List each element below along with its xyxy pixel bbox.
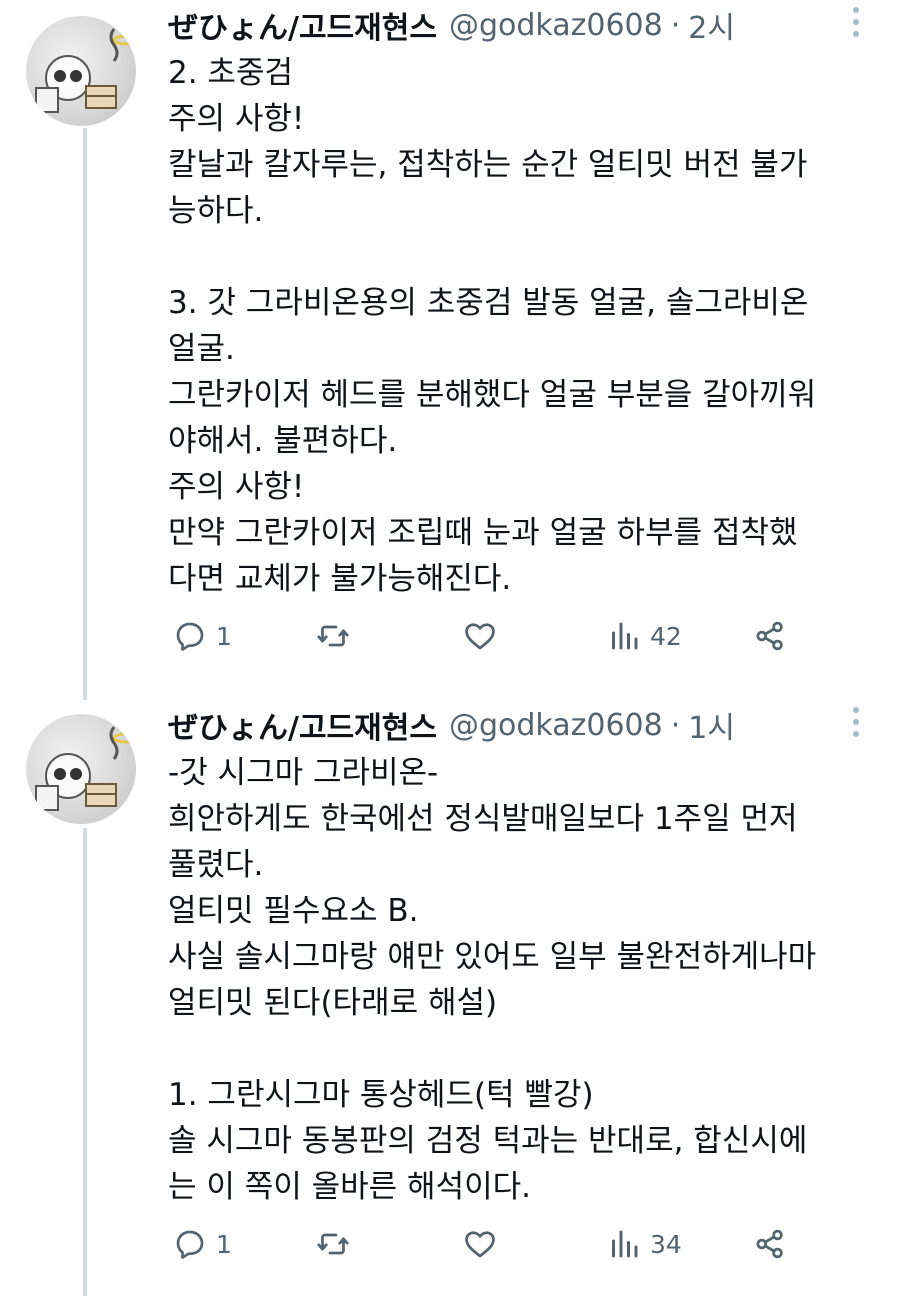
- user-handle[interactable]: @godkaz0608: [449, 8, 663, 43]
- text-line: 주의 사항!: [168, 101, 305, 137]
- tweet-actions: 1 42: [0, 612, 900, 660]
- views-button[interactable]: 34: [606, 1220, 682, 1268]
- tweet-text: 2. 초중검 주의 사항! 칼날과 칼자루는, 접착하는 순간 얼티밋 버전 불…: [168, 50, 888, 602]
- more-icon[interactable]: [845, 702, 867, 742]
- reply-icon: [176, 1230, 204, 1259]
- text-line: 는 이 쪽이 올바른 해석이다.: [168, 1169, 531, 1205]
- text-line: 얼티밋 필수요소 B.: [168, 893, 419, 929]
- text-line: 얼굴.: [168, 331, 235, 367]
- tweet-header: ぜひょん/고드재현스 @godkaz0608 · 1시: [168, 700, 735, 750]
- views-button[interactable]: 42: [606, 612, 682, 660]
- like-button[interactable]: [462, 612, 506, 660]
- separator-dot: ·: [670, 707, 681, 743]
- separator-dot: ·: [670, 7, 681, 43]
- reply-button[interactable]: 1: [172, 612, 232, 660]
- display-name[interactable]: ぜひょん/고드재현스: [168, 3, 437, 47]
- like-icon: [465, 623, 495, 650]
- view-count: 34: [650, 1229, 682, 1259]
- retweet-icon: [317, 625, 349, 647]
- avatar[interactable]: [26, 714, 136, 824]
- text-line: 희안하게도 한국에선 정식발매일보다 1주일 먼저: [168, 801, 798, 837]
- text-line: 주의 사항!: [168, 469, 305, 505]
- text-line: 야해서. 불편하다.: [168, 423, 398, 459]
- display-name[interactable]: ぜひょん/고드재현스: [168, 703, 437, 747]
- tweet-header: ぜひょん/고드재현스 @godkaz0608 · 2시: [168, 0, 735, 50]
- retweet-icon: [317, 1233, 349, 1255]
- avatar-image: [35, 726, 136, 811]
- views-icon: [612, 1230, 638, 1258]
- reply-count: 1: [216, 621, 232, 651]
- text-line: 얼티밋 된다(타래로 해설): [168, 985, 498, 1021]
- reply-count: 1: [216, 1229, 232, 1259]
- text-line: 칼날과 칼자루는, 접착하는 순간 얼티밋 버전 불가: [168, 147, 808, 183]
- more-icon[interactable]: [845, 2, 867, 42]
- tweet[interactable]: ぜひょん/고드재현스 @godkaz0608 · 1시 -갓 시그마 그라비온-…: [0, 700, 900, 1296]
- tweet[interactable]: ぜひょん/고드재현스 @godkaz0608 · 2시 2. 초중검 주의 사항…: [0, 0, 900, 700]
- share-button[interactable]: [752, 612, 788, 660]
- share-icon: [756, 1229, 783, 1259]
- reply-button[interactable]: 1: [172, 1220, 232, 1268]
- avatar[interactable]: [26, 16, 136, 126]
- user-handle[interactable]: @godkaz0608: [449, 708, 663, 743]
- like-icon: [465, 1231, 495, 1258]
- text-line: 그란카이저 헤드를 분해했다 얼굴 부분을 갈아끼워: [168, 377, 817, 413]
- text-line: 3. 갓 그라비온용의 초중검 발동 얼굴, 솔그라비온: [168, 285, 809, 321]
- tweet-text: -갓 시그마 그라비온- 희안하게도 한국에선 정식발매일보다 1주일 먼저 풀…: [168, 750, 888, 1210]
- like-button[interactable]: [462, 1220, 506, 1268]
- text-line: 2. 초중검: [168, 55, 293, 91]
- tweet-actions: 1 34: [0, 1220, 900, 1268]
- timestamp[interactable]: 1시: [688, 703, 735, 747]
- text-line: 사실 솔시그마랑 얘만 있어도 일부 불완전하게나마: [168, 939, 817, 975]
- text-line: 능하다.: [168, 193, 264, 229]
- view-count: 42: [650, 621, 682, 651]
- views-icon: [612, 622, 638, 650]
- timestamp[interactable]: 2시: [688, 3, 735, 47]
- text-line: 풀렸다.: [168, 847, 264, 883]
- reply-icon: [176, 622, 204, 651]
- text-line: 다면 교체가 불가능해진다.: [168, 561, 512, 597]
- share-icon: [756, 621, 783, 651]
- text-line: 솔 시그마 동봉판의 검정 턱과는 반대로, 합신시에: [168, 1123, 808, 1159]
- text-line: -갓 시그마 그라비온-: [168, 755, 439, 791]
- text-line: 1. 그란시그마 통상헤드(턱 빨강): [168, 1077, 594, 1113]
- retweet-button[interactable]: [315, 612, 359, 660]
- avatar-image: [35, 28, 136, 113]
- share-button[interactable]: [752, 1220, 788, 1268]
- retweet-button[interactable]: [315, 1220, 359, 1268]
- text-line: 만약 그란카이저 조립때 눈과 얼굴 하부를 접착했: [168, 515, 798, 551]
